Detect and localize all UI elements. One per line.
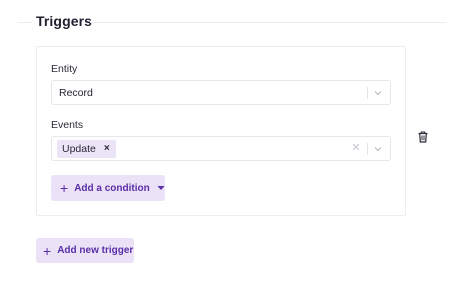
add-new-trigger-button[interactable]: + Add new trigger: [36, 238, 134, 263]
chevron-down-icon[interactable]: [372, 87, 384, 99]
select-separator: [367, 87, 368, 99]
caret-down-icon: [157, 186, 165, 190]
trash-icon[interactable]: [416, 130, 430, 144]
add-condition-button[interactable]: + Add a condition: [51, 175, 165, 201]
chevron-down-icon[interactable]: [372, 143, 384, 155]
entity-label: Entity: [51, 63, 78, 75]
add-new-trigger-label: Add new trigger: [57, 245, 134, 256]
events-label: Events: [51, 119, 84, 131]
entity-select-value: Record: [59, 87, 93, 99]
divider: [18, 22, 32, 23]
section-header: Triggers: [0, 10, 474, 34]
divider: [90, 22, 446, 23]
event-tag: Update ×: [57, 140, 116, 158]
select-separator: [367, 143, 368, 155]
events-multiselect[interactable]: Update × ✕: [51, 136, 391, 161]
tag-remove-icon[interactable]: ×: [104, 144, 110, 154]
trigger-card: Entity Record Events Update × ✕ + Add a …: [36, 46, 406, 216]
section-title: Triggers: [36, 13, 93, 29]
plus-icon: +: [60, 180, 69, 196]
plus-icon: +: [43, 242, 52, 259]
event-tag-label: Update: [62, 143, 96, 155]
add-condition-label: Add a condition: [74, 182, 150, 194]
clear-icon[interactable]: ✕: [350, 142, 362, 154]
entity-select[interactable]: Record: [51, 80, 391, 105]
